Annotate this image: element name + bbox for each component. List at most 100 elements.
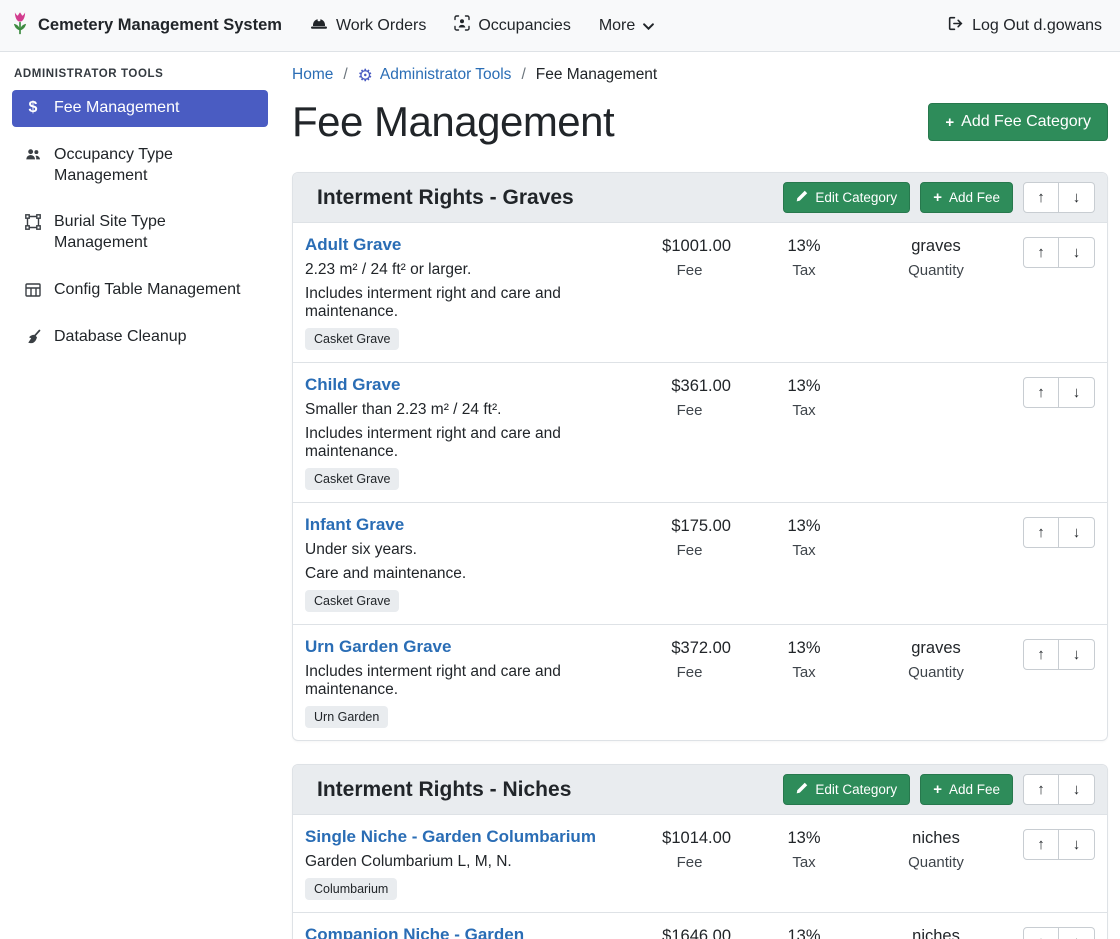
fee-name-link[interactable]: Urn Garden Grave: [305, 637, 451, 657]
move-fee-down-button[interactable]: ↓: [1059, 927, 1095, 939]
fee-name-link[interactable]: Adult Grave: [305, 235, 401, 255]
hard-hat-icon: [310, 16, 328, 35]
fee-amount-column: $175.00 Fee: [642, 515, 737, 559]
add-fee-category-button[interactable]: + Add Fee Category: [928, 103, 1108, 141]
fee-description: Smaller than 2.23 m² / 24 ft².: [305, 401, 630, 419]
fee-tax-column: 13% Tax: [749, 515, 859, 559]
logout-icon: [947, 15, 964, 37]
fee-tax-column: 13% Tax: [749, 925, 859, 939]
nav-work-orders[interactable]: Work Orders: [310, 16, 426, 35]
add-fee-button[interactable]: + Add Fee: [920, 774, 1013, 805]
breadcrumb-home-link[interactable]: Home: [292, 66, 333, 84]
fee-amount-label: Fee: [642, 664, 737, 681]
nav-more[interactable]: More: [599, 17, 654, 35]
fee-row-adult-grave: Adult Grave 2.23 m² / 24 ft² or larger. …: [293, 223, 1107, 362]
fee-amount: $372.00: [642, 639, 737, 658]
fee-quantity-label: Quantity: [871, 262, 1001, 279]
fee-reorder-buttons: ↑ ↓: [1023, 517, 1095, 548]
breadcrumb-admin-tools-link[interactable]: ⚙ Administrator Tools: [358, 66, 512, 84]
fee-amount-label: Fee: [642, 542, 737, 559]
fee-amount: $1001.00: [642, 237, 737, 256]
arrow-up-icon: ↑: [1037, 244, 1045, 261]
fee-tax-label: Tax: [749, 542, 859, 559]
arrow-up-icon: ↑: [1037, 646, 1045, 663]
vector-square-icon: [22, 214, 44, 230]
fee-type-badge: Casket Grave: [305, 590, 399, 612]
fee-quantity-column: niches Quantity: [871, 925, 1001, 939]
sidebar-item-database-cleanup[interactable]: Database Cleanup: [12, 319, 268, 356]
fee-quantity: niches: [871, 829, 1001, 848]
move-fee-up-button[interactable]: ↑: [1023, 377, 1059, 408]
fee-amount-column: $1014.00 Fee: [642, 827, 737, 871]
fee-tax-column: 13% Tax: [749, 375, 859, 419]
arrow-up-icon: ↑: [1037, 781, 1045, 798]
move-category-up-button[interactable]: ↑: [1023, 182, 1059, 213]
arrow-down-icon: ↓: [1073, 189, 1081, 206]
fee-name-link[interactable]: Child Grave: [305, 375, 400, 395]
fee-name-link[interactable]: Single Niche - Garden Columbarium: [305, 827, 596, 847]
fee-info: Child Grave Smaller than 2.23 m² / 24 ft…: [305, 375, 630, 490]
arrow-down-icon: ↓: [1073, 934, 1081, 939]
sidebar-item-occupancy-type[interactable]: Occupancy Type Management: [12, 137, 268, 195]
sidebar-item-config-table[interactable]: Config Table Management: [12, 272, 268, 309]
fee-name-link[interactable]: Infant Grave: [305, 515, 404, 535]
tulip-logo-icon: [10, 10, 30, 41]
logout-link[interactable]: Log Out d.gowans: [947, 15, 1102, 37]
fee-amount-column: $1001.00 Fee: [642, 235, 737, 279]
users-icon: [22, 147, 44, 162]
edit-category-button[interactable]: Edit Category: [783, 182, 910, 213]
arrow-down-icon: ↓: [1073, 646, 1081, 663]
move-category-up-button[interactable]: ↑: [1023, 774, 1059, 805]
fee-tax-label: Tax: [749, 262, 859, 279]
move-category-down-button[interactable]: ↓: [1059, 182, 1095, 213]
fee-reorder-buttons: ↑ ↓: [1023, 829, 1095, 860]
arrow-down-icon: ↓: [1073, 524, 1081, 541]
fee-info: Adult Grave 2.23 m² / 24 ft² or larger. …: [305, 235, 630, 350]
fee-reorder-buttons: ↑ ↓: [1023, 639, 1095, 670]
fee-quantity-column: niches Quantity: [871, 827, 1001, 871]
move-fee-down-button[interactable]: ↓: [1059, 377, 1095, 408]
fee-amount-column: $372.00 Fee: [642, 637, 737, 681]
fee-description: 2.23 m² / 24 ft² or larger.: [305, 261, 630, 279]
fee-info: Urn Garden Grave Includes interment righ…: [305, 637, 630, 728]
fee-quantity: graves: [871, 639, 1001, 658]
fee-tax: 13%: [749, 927, 859, 939]
arrow-up-icon: ↑: [1037, 384, 1045, 401]
breadcrumb: Home / ⚙ Administrator Tools / Fee Manag…: [292, 66, 1108, 84]
nav-occupancies[interactable]: Occupancies: [454, 15, 571, 36]
category-card-header: Interment Rights - Graves Edit Category …: [293, 173, 1107, 223]
fee-tax-column: 13% Tax: [749, 637, 859, 681]
fee-type-badge: Columbarium: [305, 878, 397, 900]
move-fee-up-button[interactable]: ↑: [1023, 639, 1059, 670]
fee-amount: $175.00: [642, 517, 737, 536]
breadcrumb-separator: /: [343, 66, 347, 84]
sidebar: Administrator Tools $ Fee Management Occ…: [0, 52, 280, 939]
move-fee-down-button[interactable]: ↓: [1059, 517, 1095, 548]
breadcrumb-separator: /: [521, 66, 525, 84]
fee-tax: 13%: [749, 639, 859, 658]
fee-quantity: graves: [871, 237, 1001, 256]
fee-tax-label: Tax: [749, 402, 859, 419]
fee-tax-column: 13% Tax: [749, 827, 859, 871]
edit-category-button[interactable]: Edit Category: [783, 774, 910, 805]
fee-quantity-column: [871, 375, 1001, 377]
move-fee-up-button[interactable]: ↑: [1023, 927, 1059, 939]
move-fee-down-button[interactable]: ↓: [1059, 639, 1095, 670]
move-category-down-button[interactable]: ↓: [1059, 774, 1095, 805]
category-title: Interment Rights - Niches: [317, 778, 773, 802]
top-navbar: Cemetery Management System Work Orders O…: [0, 0, 1120, 52]
fee-tax-label: Tax: [749, 854, 859, 871]
move-fee-down-button[interactable]: ↓: [1059, 237, 1095, 268]
move-fee-down-button[interactable]: ↓: [1059, 829, 1095, 860]
move-fee-up-button[interactable]: ↑: [1023, 237, 1059, 268]
sidebar-item-burial-site-type[interactable]: Burial Site Type Management: [12, 204, 268, 262]
move-fee-up-button[interactable]: ↑: [1023, 829, 1059, 860]
move-fee-up-button[interactable]: ↑: [1023, 517, 1059, 548]
fee-info: Companion Niche - Garden Columbarium Gar…: [305, 925, 630, 939]
sidebar-item-fee-management[interactable]: $ Fee Management: [12, 90, 268, 127]
fee-reorder-buttons: ↑ ↓: [1023, 377, 1095, 408]
fee-name-link[interactable]: Companion Niche - Garden Columbarium: [305, 925, 630, 939]
add-fee-button[interactable]: + Add Fee: [920, 182, 1013, 213]
plus-icon: +: [945, 115, 954, 130]
broom-icon: [22, 329, 44, 345]
